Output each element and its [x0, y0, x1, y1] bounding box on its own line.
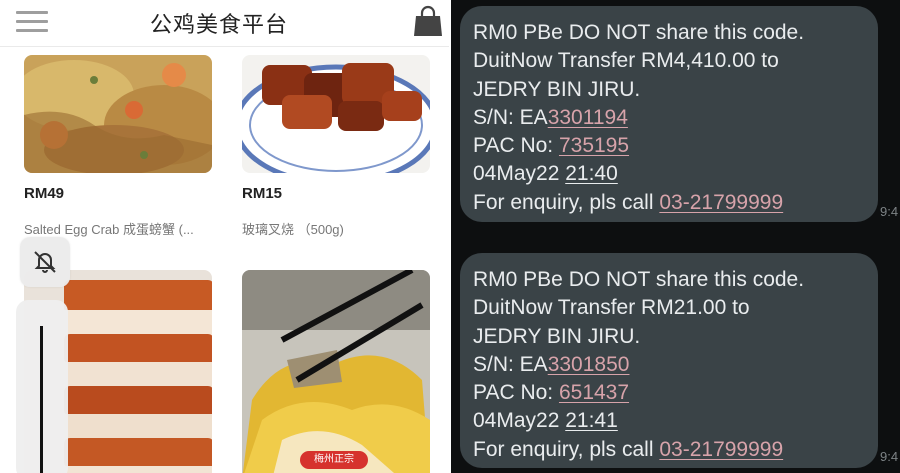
mute-button[interactable] — [20, 237, 70, 287]
menu-icon[interactable] — [16, 11, 48, 33]
product-image-salted-egg-crab[interactable] — [24, 55, 212, 173]
sms-datetime-line: 04May22 21:41 — [473, 407, 878, 435]
sn-label: S/N: EA — [473, 105, 548, 129]
food-app-screen: 公鸡美食平台 RM49 RM15 Salted Egg Crab 成蛋螃蟹 (.… — [0, 0, 449, 473]
product-name[interactable]: Salted Egg Crab 成蛋螃蟹 (... — [24, 219, 194, 238]
product-price: RM15 — [242, 185, 283, 202]
pac-number-link[interactable]: 651437 — [559, 381, 629, 404]
pac-label: PAC No: — [473, 381, 559, 405]
sms-message-bubble[interactable]: RM0 PBe DO NOT share this code. DuitNow … — [460, 253, 878, 468]
message-timestamp: 9:4 — [880, 204, 899, 219]
serial-number-link[interactable]: 3301850 — [548, 353, 630, 376]
sms-conversation: RM0 PBe DO NOT share this code. DuitNow … — [451, 0, 900, 473]
sms-line: JEDRY BIN JIRU. — [473, 324, 641, 348]
origin-badge: 梅州正宗 — [300, 451, 368, 469]
sms-time-link[interactable]: 21:41 — [565, 409, 618, 432]
sms-enquiry-line: For enquiry, pls call 03-21799999 — [473, 189, 878, 217]
sms-time-link[interactable]: 21:40 — [565, 162, 618, 185]
pac-number-link[interactable]: 735195 — [559, 134, 629, 157]
product-image-chicken[interactable] — [242, 270, 430, 473]
volume-slider[interactable] — [16, 300, 68, 473]
bell-muted-icon — [34, 251, 56, 273]
sms-line: DuitNow Transfer RM21.00 to — [473, 296, 750, 320]
product-name[interactable]: 玻璃叉烧 （500g) — [242, 219, 344, 238]
sms-datetime-line: 04May22 21:40 — [473, 160, 878, 188]
phone-number-link[interactable]: 03-21799999 — [659, 191, 783, 214]
sms-date: 04May22 — [473, 162, 566, 186]
app-title: 公鸡美食平台 — [150, 13, 289, 38]
sms-line: JEDRY BIN JIRU. — [473, 77, 641, 101]
product-price: RM49 — [24, 185, 65, 202]
sms-enquiry-line: For enquiry, pls call 03-21799999 — [473, 436, 878, 464]
sms-message-bubble[interactable]: RM0 PBe DO NOT share this code. DuitNow … — [460, 6, 878, 222]
sms-line: RM0 PBe DO NOT share this code. — [473, 21, 805, 44]
enquiry-label: For enquiry, pls call — [473, 437, 660, 461]
phone-number-link[interactable]: 03-21799999 — [659, 438, 783, 461]
sms-serial-line: S/N: EA3301850 — [473, 351, 878, 379]
volume-slider-track[interactable] — [40, 326, 43, 473]
message-timestamp: 9:4 — [880, 449, 899, 464]
sms-line: RM0 PBe DO NOT share this code. — [473, 268, 805, 291]
serial-number-link[interactable]: 3301194 — [548, 106, 628, 129]
shopping-bag-icon[interactable] — [413, 5, 443, 37]
sms-pac-line: PAC No: 651437 — [473, 379, 878, 407]
sn-label: S/N: EA — [473, 352, 548, 376]
sms-serial-line: S/N: EA3301194 — [473, 104, 878, 132]
product-image-char-siu[interactable] — [242, 55, 430, 173]
sms-line: DuitNow Transfer RM4,410.00 to — [473, 49, 779, 73]
sms-date: 04May22 — [473, 409, 566, 433]
app-header: 公鸡美食平台 — [0, 0, 449, 47]
sms-pac-line: PAC No: 735195 — [473, 132, 878, 160]
enquiry-label: For enquiry, pls call — [473, 190, 660, 214]
pac-label: PAC No: — [473, 134, 559, 158]
